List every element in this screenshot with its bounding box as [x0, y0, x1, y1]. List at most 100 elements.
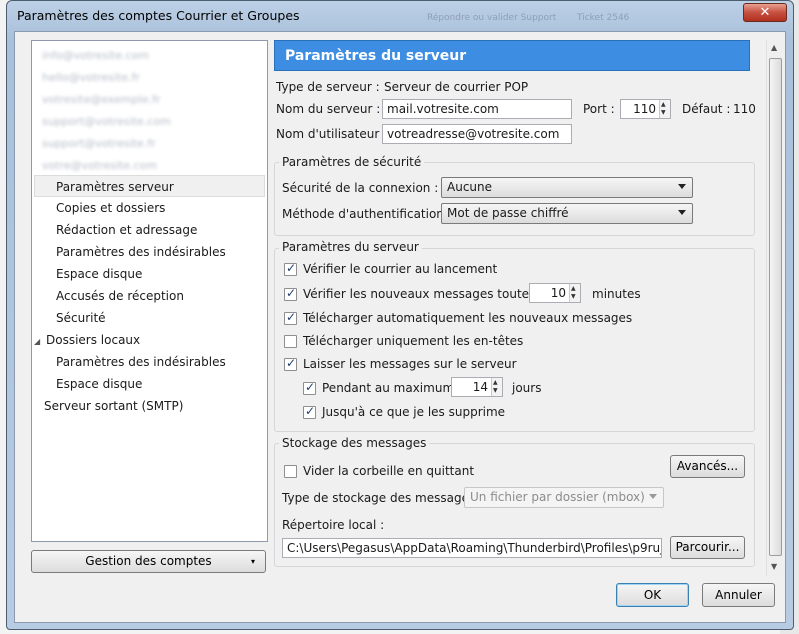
server-settings-panel: Paramètres du serveur Type de serveur : …: [274, 40, 759, 568]
local-dir-label: Répertoire local :: [282, 518, 385, 532]
tree-item-copies-folders[interactable]: Copies et dossiers: [56, 197, 165, 219]
tree-item-composition[interactable]: Rédaction et adressage: [56, 219, 197, 241]
server-name-label: Nom du serveur :: [276, 102, 381, 116]
panel-title: Paramètres du serveur: [274, 40, 750, 71]
storage-type-select[interactable]: Un fichier par dossier (mbox): [464, 487, 664, 508]
server-options-title: Paramètres du serveur: [279, 240, 422, 254]
account-tree[interactable]: info@votresite.com hello@votresite.fr vo…: [31, 40, 268, 542]
check-interval-stepper[interactable]: 10 ▲ ▼: [529, 283, 581, 303]
chevron-down-icon: [678, 210, 686, 215]
chevron-down-icon: [649, 494, 657, 499]
tree-item-label: Dossiers locaux: [46, 333, 141, 347]
server-type-value: Serveur de courrier POP: [384, 80, 529, 94]
minutes-label: minutes: [592, 287, 641, 301]
collapse-triangle-icon[interactable]: ◢: [34, 331, 46, 353]
default-port-value: 110: [733, 102, 756, 116]
check-interval-value: 10: [550, 286, 566, 300]
days-label: jours: [512, 381, 542, 395]
tree-item-disk-space[interactable]: Espace disque: [56, 263, 142, 285]
username-label: Nom d'utilisateur :: [276, 127, 388, 141]
auth-method-label: Méthode d'authentification :: [282, 207, 452, 221]
scrollbar-thumb[interactable]: [769, 58, 782, 556]
until-deleted-label: Jusqu'à ce que je les supprime: [322, 405, 506, 419]
storage-type-label: Type de stockage des messages :: [282, 491, 484, 505]
security-group: [274, 162, 755, 236]
connection-security-select[interactable]: Aucune: [441, 177, 693, 198]
local-dir-input[interactable]: C:\Users\Pegasus\AppData\Roaming\Thunder…: [282, 538, 662, 558]
auth-method-select[interactable]: Mot de passe chiffré: [441, 203, 693, 224]
title-bar[interactable]: Paramètres des comptes Courrier et Group…: [7, 1, 793, 31]
close-button[interactable]: ✕: [743, 3, 787, 22]
headers-only-label: Télécharger uniquement les en-têtes: [303, 334, 524, 348]
check-every-label: Vérifier les nouveaux messages toutes le…: [303, 287, 557, 301]
port-value: 110: [633, 102, 656, 116]
stepper-arrows[interactable]: ▲ ▼: [569, 284, 580, 302]
server-name-input[interactable]: mail.votresite.com: [382, 99, 572, 119]
tree-item-local-junk-settings[interactable]: Paramètres des indésirables: [56, 351, 226, 373]
headers-only-checkbox[interactable]: [284, 335, 297, 348]
window-title: Paramètres des comptes Courrier et Group…: [17, 8, 300, 23]
account-settings-dialog: Paramètres des comptes Courrier et Group…: [6, 0, 794, 630]
username-input[interactable]: votreadresse@votresite.com: [382, 124, 572, 144]
empty-trash-label: Vider la corbeille en quittant: [303, 464, 475, 478]
background-window-text: Ticket 2546: [577, 13, 630, 23]
check-every-checkbox[interactable]: [284, 286, 297, 301]
keep-for-max-label: Pendant au maximum: [322, 381, 455, 395]
stepper-down-icon[interactable]: ▼: [493, 387, 498, 395]
stepper-up-icon[interactable]: ▲: [571, 285, 576, 293]
port-label: Port :: [583, 102, 615, 116]
auth-method-value: Mot de passe chiffré: [447, 206, 569, 220]
account-item[interactable]: votre@votresite.com: [42, 155, 157, 177]
account-item[interactable]: votresite@exemple.fr: [42, 89, 160, 111]
manage-accounts-label: Gestion des comptes: [85, 554, 212, 568]
stepper-arrows[interactable]: ▲ ▼: [659, 100, 670, 118]
tree-item-security[interactable]: Sécurité: [56, 307, 106, 329]
port-stepper[interactable]: 110 ▲ ▼: [620, 99, 671, 119]
tree-item-local-disk-space[interactable]: Espace disque: [56, 373, 142, 395]
check-startup-checkbox[interactable]: [284, 261, 297, 276]
stepper-down-icon[interactable]: ▼: [661, 109, 666, 117]
ok-button[interactable]: OK: [616, 583, 689, 607]
auto-download-label: Télécharger automatiquement les nouveaux…: [303, 311, 633, 325]
storage-group-title: Stockage des messages: [279, 436, 430, 450]
tree-item-smtp[interactable]: Serveur sortant (SMTP): [44, 395, 183, 417]
tree-item-local-folders[interactable]: ◢ Dossiers locaux: [34, 329, 140, 351]
panel-scrollbar[interactable]: ▲ ▼: [766, 40, 783, 576]
stepper-up-icon[interactable]: ▲: [493, 379, 498, 387]
tree-item-return-receipts[interactable]: Accusés de réception: [56, 285, 184, 307]
security-group-title: Paramètres de sécurité: [279, 155, 425, 169]
tree-item-server-settings[interactable]: Paramètres serveur: [34, 175, 265, 197]
connection-security-value: Aucune: [447, 180, 493, 194]
empty-trash-checkbox[interactable]: [284, 465, 297, 478]
stepper-down-icon[interactable]: ▼: [571, 293, 576, 301]
chevron-down-icon: [678, 184, 686, 189]
dropdown-arrow-icon: ▾: [250, 557, 255, 566]
account-item[interactable]: info@votresite.com: [42, 45, 149, 67]
account-item[interactable]: support@votresite.com: [42, 111, 171, 133]
leave-on-server-label: Laisser les messages sur le serveur: [303, 357, 517, 371]
auto-download-checkbox[interactable]: [284, 310, 297, 325]
keep-for-max-checkbox[interactable]: [303, 380, 316, 395]
until-deleted-checkbox[interactable]: [303, 404, 316, 419]
server-type-label: Type de serveur :: [276, 80, 380, 94]
storage-type-value: Un fichier par dossier (mbox): [470, 490, 645, 504]
manage-accounts-button[interactable]: Gestion des comptes ▾: [31, 550, 266, 573]
stepper-up-icon[interactable]: ▲: [661, 101, 666, 109]
cancel-button[interactable]: Annuler: [702, 583, 775, 607]
account-item[interactable]: support@votresite.fr: [42, 133, 156, 155]
dialog-body: info@votresite.com hello@votresite.fr vo…: [14, 31, 786, 623]
keep-days-stepper[interactable]: 14 ▲ ▼: [451, 377, 503, 397]
connection-security-label: Sécurité de la connexion :: [282, 181, 439, 195]
tree-item-junk-settings[interactable]: Paramètres des indésirables: [56, 241, 226, 263]
scroll-up-icon[interactable]: ▲: [771, 43, 777, 52]
advanced-button[interactable]: Avancés...: [670, 455, 745, 478]
keep-days-value: 14: [472, 380, 488, 394]
browse-button[interactable]: Parcourir...: [670, 536, 745, 559]
default-port-label: Défaut :: [682, 102, 731, 116]
check-startup-label: Vérifier le courrier au lancement: [303, 262, 498, 276]
stepper-arrows[interactable]: ▲ ▼: [491, 378, 502, 396]
leave-on-server-checkbox[interactable]: [284, 356, 297, 371]
background-window-text: Répondre ou valider Support: [427, 13, 557, 23]
scroll-down-icon[interactable]: ▼: [771, 562, 777, 571]
account-item[interactable]: hello@votresite.fr: [42, 67, 140, 89]
